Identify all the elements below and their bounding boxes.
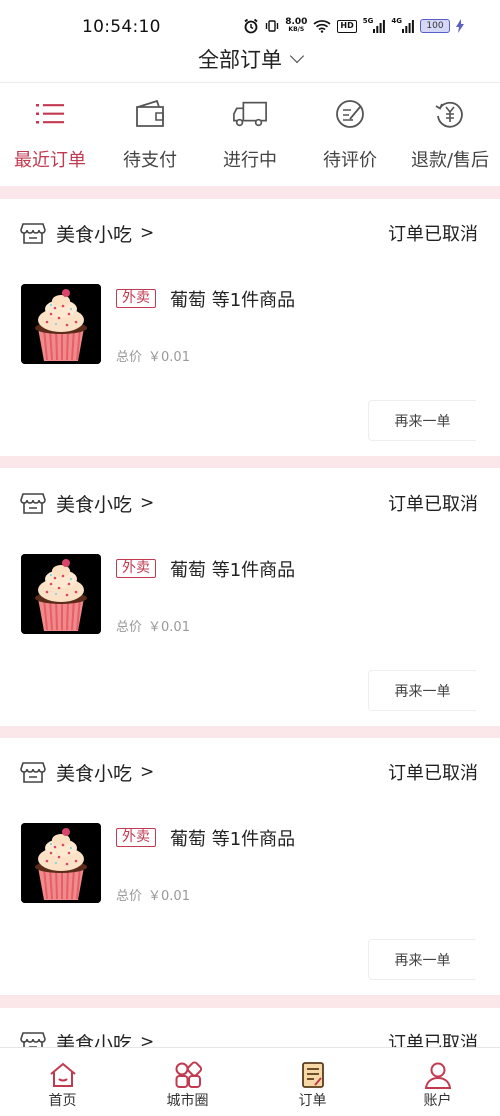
order-card[interactable]: 美食小吃 > 订单已取消 外卖 葡萄 等1件商品 总价 ￥0.01 再来一单 — [0, 199, 500, 456]
shop-icon — [20, 223, 46, 244]
tab-pending-payment[interactable]: 待支付 — [100, 83, 200, 186]
battery-indicator: 100 — [420, 19, 450, 33]
order-status: 订单已取消 — [388, 1033, 478, 1048]
order-card[interactable]: 美食小吃 > 订单已取消 — [0, 1008, 500, 1048]
tab-label: 退款/售后 — [410, 150, 490, 171]
net-speed-unit: KB/S — [288, 26, 305, 33]
cupcake-image[interactable] — [21, 284, 101, 364]
nav-label: 城市圈 — [166, 1093, 209, 1109]
nav-account[interactable]: 账户 — [375, 1048, 500, 1116]
order-status: 订单已取消 — [388, 763, 478, 784]
wallet-icon — [132, 98, 168, 130]
wifi-icon — [313, 19, 331, 33]
chevron-right-icon[interactable]: > — [140, 493, 154, 513]
nav-city-circle[interactable]: 城市圈 — [125, 1048, 250, 1116]
price-label: 总价 — [116, 350, 143, 365]
section-separator — [0, 455, 500, 468]
price-value: ￥0.01 — [148, 620, 190, 635]
order-status: 订单已取消 — [388, 494, 478, 515]
signal-5g-icon: 5G — [362, 17, 386, 33]
refund-icon — [432, 98, 468, 130]
product-title[interactable]: 葡萄 等1件商品 — [170, 556, 295, 582]
nav-label: 订单 — [298, 1093, 327, 1109]
price-value: ￥0.01 — [148, 350, 190, 365]
shop-name[interactable]: 美食小吃 — [56, 1029, 132, 1049]
signal-4g-label: 4G — [391, 17, 402, 25]
chevron-down-icon[interactable] — [289, 48, 305, 64]
delivery-tag: 外卖 — [116, 289, 156, 308]
nav-label: 账户 — [423, 1093, 452, 1109]
shop-row[interactable]: 美食小吃 > 订单已取消 — [20, 219, 478, 247]
order-icon — [298, 1060, 328, 1090]
tab-refund-aftersale[interactable]: 退款/售后 — [400, 83, 500, 186]
tab-label: 待评价 — [323, 150, 377, 171]
nav-label: 首页 — [48, 1093, 77, 1109]
reorder-button[interactable]: 再来一单 — [368, 400, 476, 441]
tab-label: 最近订单 — [14, 150, 86, 171]
order-card[interactable]: 美食小吃 > 订单已取消 外卖 葡萄 等1件商品 总价 ￥0.01 再来一单 — [0, 738, 500, 995]
truck-icon — [232, 98, 268, 130]
tab-label: 待支付 — [123, 150, 177, 171]
signal-5g-label: 5G — [362, 17, 374, 25]
nav-orders[interactable]: 订单 — [250, 1048, 375, 1116]
shop-row[interactable]: 美食小吃 > 订单已取消 — [20, 758, 478, 786]
header[interactable]: 全部订单 — [0, 42, 500, 82]
home-icon — [48, 1060, 78, 1090]
order-tabs: 最近订单 待支付 进行中 待评价 退款/售后 — [0, 83, 500, 186]
price-row: 总价 ￥0.01 — [116, 616, 190, 635]
alarm-icon — [243, 18, 259, 34]
chevron-right-icon[interactable]: > — [140, 1032, 154, 1048]
shop-row[interactable]: 美食小吃 > 订单已取消 — [20, 1028, 478, 1048]
bottom-nav: 首页 城市圈 订单 账户 — [0, 1047, 500, 1116]
price-row: 总价 ￥0.01 — [116, 885, 190, 904]
shop-name[interactable]: 美食小吃 — [56, 490, 132, 517]
net-speed: 8.00 KB/S — [285, 18, 307, 34]
tab-label: 进行中 — [223, 150, 277, 171]
review-icon — [332, 98, 368, 130]
vibrate-icon — [265, 19, 279, 33]
price-row: 总价 ￥0.01 — [116, 346, 190, 365]
status-bar: 10:54:10 8.00 KB/S HD 5G 4G 100 — [0, 0, 500, 42]
nav-home[interactable]: 首页 — [0, 1048, 125, 1116]
section-separator — [0, 725, 500, 738]
list-icon — [32, 98, 68, 130]
reorder-button[interactable]: 再来一单 — [368, 670, 476, 711]
chevron-right-icon[interactable]: > — [140, 762, 154, 782]
shop-icon — [20, 493, 46, 514]
section-separator — [0, 995, 500, 1008]
product-title[interactable]: 葡萄 等1件商品 — [170, 286, 295, 312]
tab-in-progress[interactable]: 进行中 — [200, 83, 300, 186]
shop-icon — [20, 1032, 46, 1048]
order-status: 订单已取消 — [388, 224, 478, 245]
tab-pending-review[interactable]: 待评价 — [300, 83, 400, 186]
city-circle-icon — [173, 1060, 203, 1090]
price-label: 总价 — [116, 889, 143, 904]
charging-icon — [456, 19, 464, 33]
price-value: ￥0.01 — [148, 889, 190, 904]
reorder-button[interactable]: 再来一单 — [368, 939, 476, 980]
section-separator — [0, 186, 500, 199]
delivery-tag: 外卖 — [116, 828, 156, 847]
signal-4g-icon: 4G — [391, 17, 414, 33]
hd-badge: HD — [337, 19, 357, 33]
shop-icon — [20, 762, 46, 783]
product-title[interactable]: 葡萄 等1件商品 — [170, 825, 295, 851]
delivery-tag: 外卖 — [116, 559, 156, 578]
status-time: 10:54:10 — [82, 17, 161, 37]
chevron-right-icon[interactable]: > — [140, 223, 154, 243]
net-speed-value: 8.00 — [285, 17, 308, 27]
cupcake-image[interactable] — [21, 823, 101, 903]
status-icons: 8.00 KB/S HD 5G 4G 100 — [243, 17, 464, 34]
cupcake-image[interactable] — [21, 554, 101, 634]
account-icon — [423, 1060, 453, 1090]
tab-recent-orders[interactable]: 最近订单 — [0, 83, 100, 186]
shop-row[interactable]: 美食小吃 > 订单已取消 — [20, 489, 478, 517]
shop-name[interactable]: 美食小吃 — [56, 220, 132, 247]
page-title[interactable]: 全部订单 — [198, 44, 282, 74]
price-label: 总价 — [116, 620, 143, 635]
order-card[interactable]: 美食小吃 > 订单已取消 外卖 葡萄 等1件商品 总价 ￥0.01 再来一单 — [0, 469, 500, 726]
shop-name[interactable]: 美食小吃 — [56, 759, 132, 786]
